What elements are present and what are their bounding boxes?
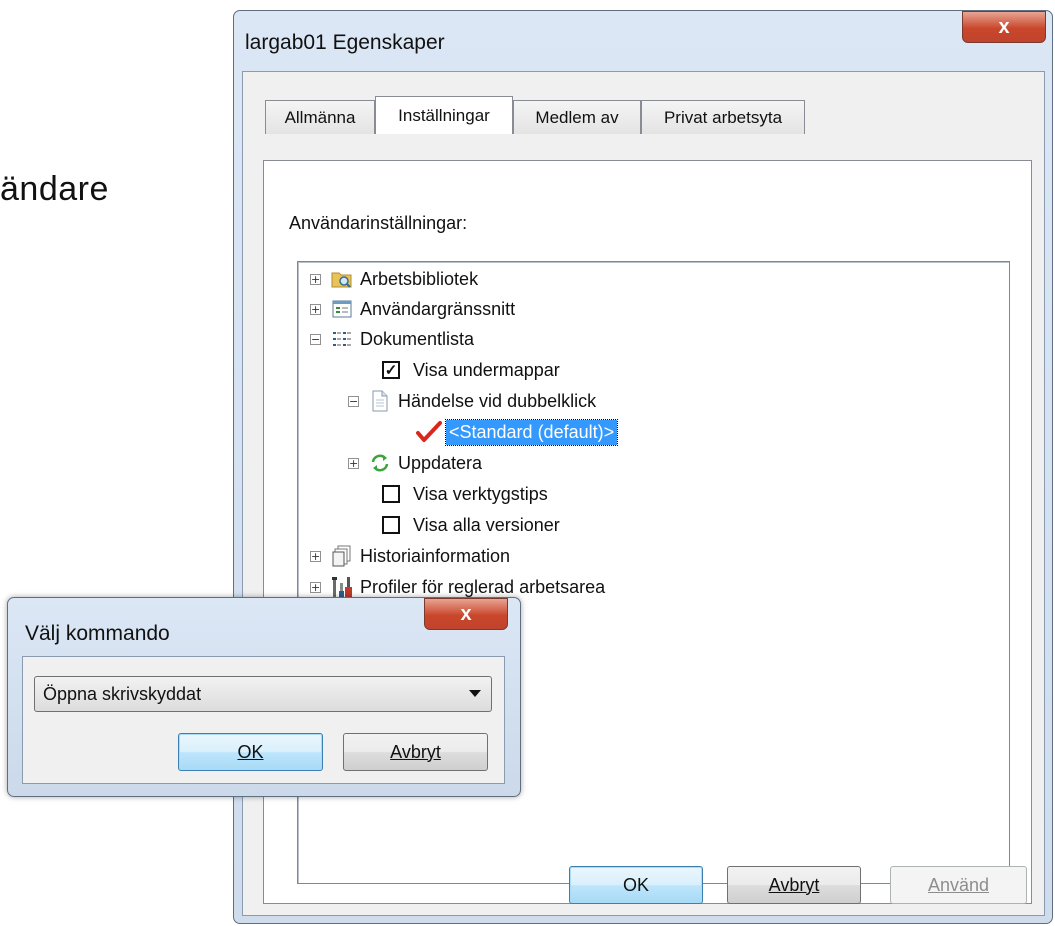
ok-button[interactable]: OK: [569, 866, 703, 904]
window-close-button[interactable]: x: [962, 11, 1046, 43]
tree-item-label: Uppdatera: [398, 452, 483, 473]
tree-item-historiainformation[interactable]: + Historiainformation: [310, 541, 510, 571]
close-icon: x: [460, 602, 472, 625]
expand-icon[interactable]: +: [310, 273, 321, 285]
command-select[interactable]: Öppna skrivskyddat: [34, 676, 492, 712]
tree-item-dokumentlista[interactable]: − Dokumentlista: [310, 324, 474, 354]
expand-icon[interactable]: +: [310, 303, 321, 315]
tab-allmanna[interactable]: Allmänna: [265, 100, 375, 134]
window-title: largab01 Egenskaper: [245, 31, 445, 54]
tree-item-label: Visa undermappar: [413, 359, 560, 380]
pages-icon: [331, 545, 353, 567]
dialog-cancel-label: Avbryt: [390, 741, 441, 762]
tree-item-label-selected: <Standard (default)>: [444, 418, 619, 446]
dialog-title: Välj kommando: [25, 622, 170, 645]
document-icon: [369, 390, 391, 412]
collapse-icon[interactable]: −: [310, 333, 321, 345]
tree-item-arbetsbibliotek[interactable]: + Arbetsbibliotek: [310, 264, 478, 294]
tree-item-label: Visa verktygstips: [413, 483, 548, 504]
window-list-icon: [331, 298, 353, 320]
tree-item-label: Användargränssnitt: [360, 298, 516, 319]
checkbox-checked-icon[interactable]: ✓: [382, 361, 400, 379]
collapse-icon[interactable]: −: [348, 395, 359, 407]
checkbox-unchecked-icon[interactable]: [382, 516, 400, 534]
tree-item-visa-undermappar[interactable]: ✓ Visa undermappar: [380, 355, 560, 385]
background-partial-text: ändare: [0, 170, 109, 208]
tab-installningar[interactable]: Inställningar: [375, 96, 513, 134]
close-icon: x: [998, 15, 1010, 38]
expand-icon[interactable]: +: [348, 457, 359, 469]
tab-privat-arbetsyta[interactable]: Privat arbetsyta: [641, 100, 805, 134]
tree-item-anvandargranssnitt[interactable]: + Användargränssnitt: [310, 294, 515, 324]
dialog-cancel-button[interactable]: Avbryt: [343, 733, 488, 771]
expand-icon[interactable]: +: [310, 550, 321, 562]
tools-icon: [331, 576, 353, 598]
tree-item-label: Arbetsbibliotek: [360, 268, 479, 289]
tree-item-label: Dokumentlista: [360, 328, 475, 349]
tree-item-label: Händelse vid dubbelklick: [398, 390, 597, 411]
command-select-value: Öppna skrivskyddat: [43, 683, 202, 704]
dialog-ok-label: OK: [237, 741, 264, 762]
tree-item-visa-alla-versioner[interactable]: Visa alla versioner: [380, 510, 560, 540]
tree-item-uppdatera[interactable]: + Uppdatera: [348, 448, 482, 478]
command-dialog: Välj kommando x Öppna skrivskyddat OK Av…: [7, 597, 521, 797]
tree-item-label: Profiler för reglerad arbetsarea: [360, 576, 606, 597]
tree-item-handelse-vid-dubbelklick[interactable]: − Händelse vid dubbelklick: [348, 386, 596, 416]
cancel-button-label: Avbryt: [768, 874, 820, 895]
user-settings-label: Användarinställningar:: [289, 213, 468, 233]
tree-item-label: Visa alla versioner: [413, 514, 560, 535]
refresh-icon: [369, 452, 391, 474]
dialog-close-button[interactable]: x: [424, 598, 508, 630]
tree-item-standard-default[interactable]: <Standard (default)>: [416, 417, 619, 447]
apply-button-label: Använd: [927, 874, 990, 895]
expand-icon[interactable]: +: [310, 581, 321, 593]
cancel-button[interactable]: Avbryt: [727, 866, 861, 904]
list-icon: [331, 328, 353, 350]
red-check-icon: [416, 421, 442, 443]
dropdown-arrow-icon[interactable]: [469, 690, 481, 697]
tree-item-label: Historiainformation: [360, 545, 511, 566]
apply-button[interactable]: Använd: [890, 866, 1027, 904]
checkbox-unchecked-icon[interactable]: [382, 485, 400, 503]
tab-medlem-av[interactable]: Medlem av: [513, 100, 641, 134]
tree-item-visa-verktygstips[interactable]: Visa verktygstips: [380, 479, 548, 509]
folder-search-icon: [331, 268, 353, 290]
dialog-ok-button[interactable]: OK: [178, 733, 323, 771]
